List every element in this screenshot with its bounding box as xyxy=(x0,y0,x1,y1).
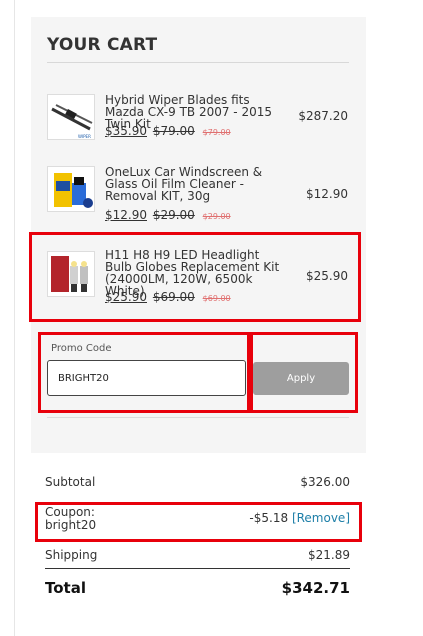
subtotal-row: Subtotal $326.00 xyxy=(45,475,350,489)
subtotal-label: Subtotal xyxy=(45,475,96,489)
item-price-line: $12.90 $29.00 $29.00 xyxy=(105,208,231,222)
item-price: $25.90 xyxy=(105,290,147,304)
svg-text:WIPER: WIPER xyxy=(78,134,91,139)
item-price: $12.90 xyxy=(105,208,147,222)
item-price-line: $35.90 $79.00 $79.00 xyxy=(105,124,231,138)
cleaner-kit-image[interactable] xyxy=(47,166,95,212)
item-price-line: $25.90 $69.00 $69.00 xyxy=(105,290,231,304)
item-line-total: $25.90 xyxy=(306,269,348,283)
promo-code-label: Promo Code xyxy=(51,343,112,354)
item-original-price: $69.00 xyxy=(152,290,195,304)
item-line-total: $287.20 xyxy=(298,109,348,123)
divider xyxy=(47,417,349,418)
headlight-bulb-image[interactable] xyxy=(47,251,95,297)
item-original-price: $29.00 xyxy=(152,208,195,222)
subtotal-value: $326.00 xyxy=(300,475,350,489)
item-price: $35.90 xyxy=(105,124,147,138)
item-original-price-small: $69.00 xyxy=(202,294,231,303)
page-left-border xyxy=(14,0,15,636)
shipping-label: Shipping xyxy=(45,548,98,562)
item-name[interactable]: OneLux Car Windscreen & Glass Oil Film C… xyxy=(105,166,283,202)
shipping-row: Shipping $21.89 xyxy=(45,548,350,562)
item-original-price: $79.00 xyxy=(152,124,195,138)
total-divider xyxy=(45,568,350,569)
total-row: Total $342.71 xyxy=(45,579,350,597)
coupon-row: Coupon: bright20 -$5.18 [Remove] xyxy=(45,506,350,532)
coupon-discount: -$5.18 xyxy=(249,511,289,525)
remove-coupon-link[interactable]: [Remove] xyxy=(292,511,350,525)
item-original-price-small: $79.00 xyxy=(202,128,231,137)
promo-code-input[interactable] xyxy=(47,360,246,396)
total-label: Total xyxy=(45,579,86,597)
wiper-blade-image[interactable]: WIPER xyxy=(47,94,95,140)
shipping-value: $21.89 xyxy=(308,548,350,562)
total-value: $342.71 xyxy=(281,579,350,597)
apply-promo-button[interactable]: Apply xyxy=(253,362,349,395)
item-original-price-small: $29.00 xyxy=(202,212,231,221)
cart-title: YOUR CART xyxy=(47,35,158,55)
coupon-value-group: -$5.18 [Remove] xyxy=(249,512,350,525)
item-line-total: $12.90 xyxy=(306,187,348,201)
divider xyxy=(47,62,349,63)
cart-panel: YOUR CART WIPER Hybrid Wiper Blades fits… xyxy=(31,17,366,453)
